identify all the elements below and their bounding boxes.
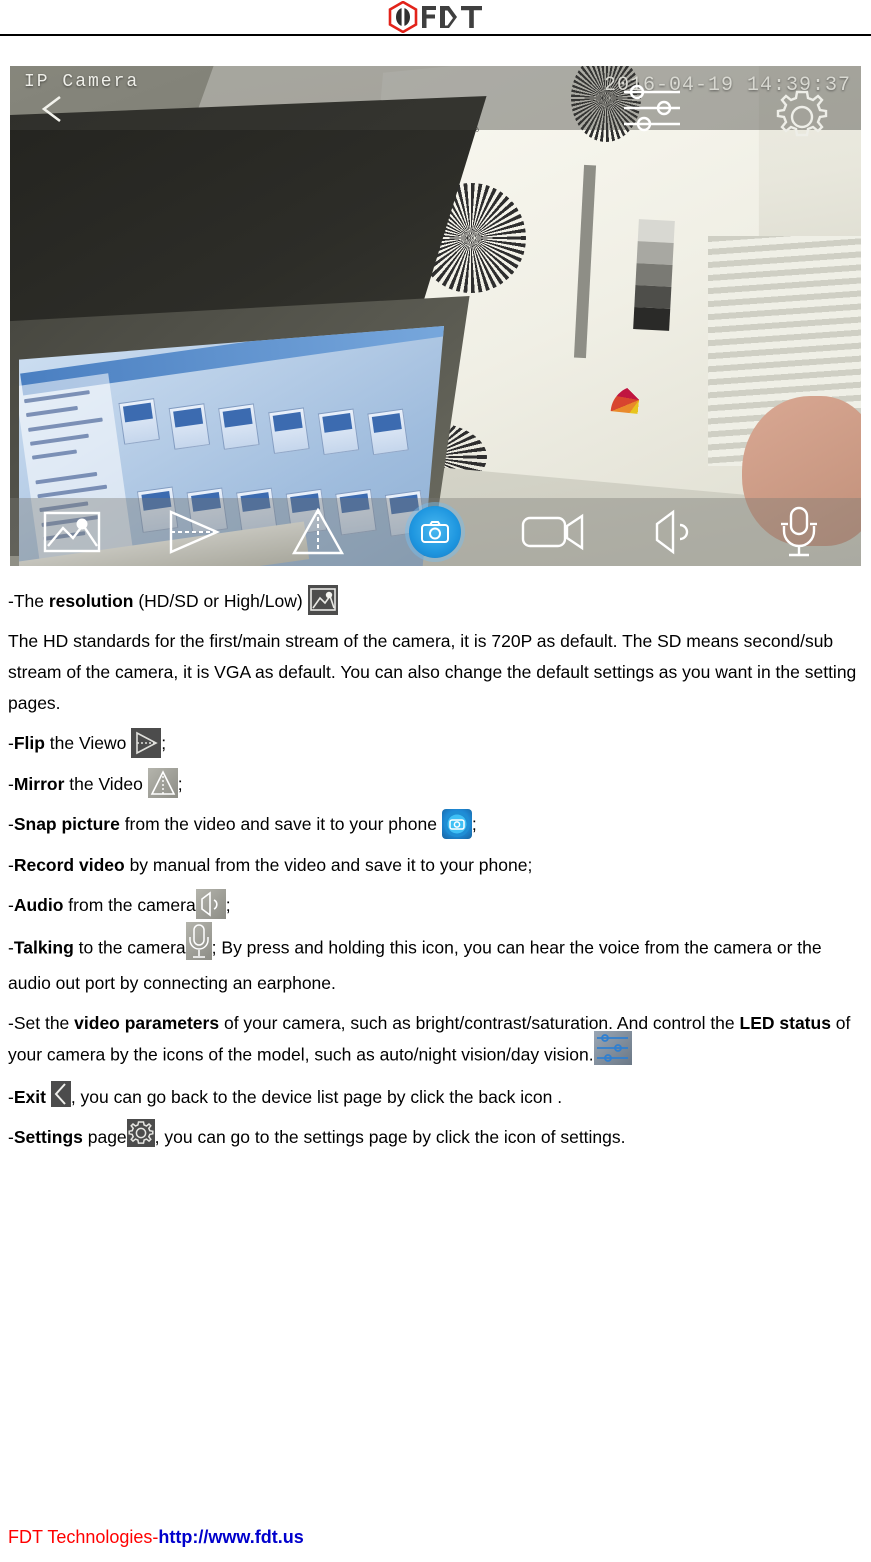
talk-microphone-icon (781, 506, 818, 557)
paragraph-hd-sd-explain: The HD standards for the first/main stre… (8, 631, 857, 714)
flip-button[interactable] (163, 507, 227, 557)
video-top-overlay-bar: IP Camera 2016-04-19 14:39:37 (10, 66, 861, 137)
p9-mid: of your camera, such as bright/contrast/… (219, 1012, 740, 1033)
snap-picture-icon (421, 521, 450, 543)
paragraph-resolution: -The resolution (HD/SD or High/Low) (8, 585, 864, 617)
p10-bold: Exit (13, 1086, 46, 1107)
resolution-button[interactable] (40, 507, 104, 557)
p8-bold: Talking (13, 937, 74, 958)
footer-url[interactable]: http://www.fdt.us (158, 1527, 303, 1547)
p9-bold1: video parameters (74, 1012, 220, 1033)
paragraph-snap-picture: -Snap picture from the video and save it… (8, 808, 864, 840)
flip-icon (131, 727, 162, 758)
scene-grayscale-steps (633, 219, 676, 331)
p7-end: ; (225, 894, 231, 915)
mirror-button[interactable] (286, 507, 350, 557)
p7-bold: Audio (13, 894, 64, 915)
scene-color-patches (610, 382, 668, 417)
paragraph-record-video: -Record video by manual from the video a… (8, 850, 864, 881)
video-toolbar (10, 498, 861, 566)
flip-icon (169, 510, 220, 554)
p3-bold: Flip (13, 733, 45, 754)
p3-end: ; (161, 733, 167, 754)
p11-post: , you can go to the settings page by cli… (154, 1126, 626, 1147)
p9-pre: -Set the (8, 1012, 75, 1033)
mirror-icon (292, 508, 345, 555)
fdt-logo (388, 1, 484, 33)
page-footer: FDT Technologies-http://www.fdt.us (8, 1527, 304, 1548)
ip-camera-label: IP Camera (24, 72, 140, 92)
page-header (0, 0, 871, 36)
p10-post: , you can go back to the device list pag… (70, 1086, 563, 1107)
gear-icon[interactable] (773, 88, 831, 151)
back-chevron-icon[interactable] (36, 92, 70, 131)
scene-chart-bar (574, 164, 597, 359)
p5-end: ; (471, 814, 477, 835)
document-body: -The resolution (HD/SD or High/Low) The … (8, 585, 864, 1162)
p1-bold: resolution (48, 591, 134, 611)
snap-picture-icon (441, 808, 472, 839)
p6-post: by manual from the video and save it to … (124, 854, 533, 875)
audio-icon (655, 509, 689, 555)
p4-post: the Video (64, 773, 148, 794)
p4-bold: Mirror (13, 773, 65, 794)
record-video-icon (521, 513, 583, 551)
audio-button[interactable] (644, 507, 708, 557)
p11-mid: page (82, 1126, 127, 1147)
p1-pre: -The (8, 591, 49, 611)
p4-end: ; (177, 773, 183, 794)
fdt-wordmark (421, 6, 482, 28)
p9-bold2: LED status (739, 1012, 831, 1033)
sliders-icon[interactable] (622, 84, 686, 137)
p1-post: (HD/SD or High/Low) (133, 591, 308, 611)
p5-post: from the video and save it to your phone (119, 814, 442, 835)
paragraph-video-parameters: -Set the video parameters of your camera… (8, 1008, 864, 1073)
talk-microphone-button[interactable] (767, 506, 831, 557)
paragraph-exit: -Exit , you can go back to the device li… (8, 1081, 864, 1113)
camera-video-frame: ABCDEFGHIJ1234567890 ABCDEFGHIJ 12345678… (10, 66, 861, 566)
audio-icon (195, 888, 226, 919)
mirror-icon (147, 768, 178, 799)
sliders-icon (593, 1030, 632, 1065)
back-chevron-icon (50, 1081, 71, 1108)
gear-icon (126, 1119, 155, 1148)
resolution-icon (43, 511, 100, 553)
resolution-icon (307, 585, 338, 616)
paragraph-mirror: -Mirror the Video ; (8, 768, 864, 800)
snap-picture-button[interactable] (409, 506, 462, 558)
paragraph-audio: -Audio from the camera ; (8, 888, 864, 921)
paragraph-settings: -Settings page , you can go to the setti… (8, 1119, 864, 1153)
paragraph-talking: -Talking to the camera ; By press and ho… (8, 921, 864, 999)
footer-company: FDT Technologies- (8, 1527, 159, 1547)
record-video-button[interactable] (521, 507, 585, 557)
p5-bold: Snap picture (13, 814, 120, 835)
p6-bold: Record video (13, 854, 125, 875)
p8-post: to the camera (73, 937, 186, 958)
paragraph-flip: -Flip the Viewo ; (8, 727, 864, 759)
p7-post: from the camera (63, 894, 196, 915)
p3-post: the Viewo (44, 733, 132, 754)
fdt-hexagon-logo-icon (388, 1, 417, 33)
camera-live-view-panel[interactable]: ABCDEFGHIJ1234567890 ABCDEFGHIJ 12345678… (10, 66, 861, 566)
talk-microphone-icon (185, 921, 212, 960)
p11-bold: Settings (13, 1126, 83, 1147)
